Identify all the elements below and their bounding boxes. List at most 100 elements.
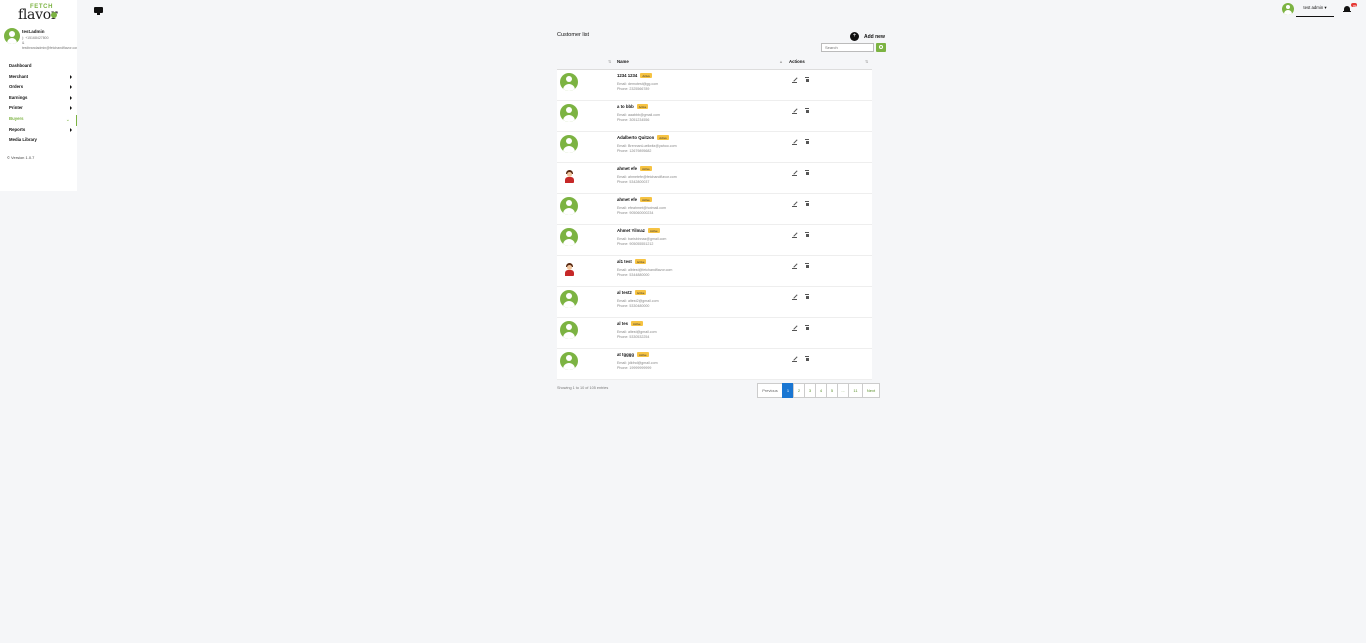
status-badge: Active (640, 166, 652, 172)
table-row: Ahmet Yilmaz Active Email: barisbinnaz@gma… (557, 225, 872, 256)
chevron-down-icon: ⌄ (65, 116, 70, 123)
customer-name-text: Ahmet Yilmaz (617, 228, 645, 233)
column-actions: Actions (789, 59, 805, 64)
sidebar: FETCH flavor test.admin (: +15168427800 … (0, 0, 77, 191)
sidebar-item-label: Printer (9, 105, 23, 111)
entries-info: Showing 1 to 10 of 105 entries (557, 386, 609, 390)
trash-icon[interactable] (805, 294, 809, 299)
edit-icon[interactable] (792, 263, 798, 269)
sidebar-item-merchant[interactable]: Merchant (0, 73, 77, 84)
edit-icon[interactable] (792, 325, 798, 331)
status-badge: Active (636, 352, 649, 358)
trash-icon[interactable] (805, 201, 809, 206)
table-header: ⇅ Name ▲ Actions ⇅ (557, 56, 872, 70)
version-label: © Version 1.0.7 (7, 155, 35, 160)
page-title: Customer list (557, 32, 590, 38)
edit-icon[interactable] (792, 108, 798, 114)
search-button[interactable] (876, 43, 886, 52)
trash-icon[interactable] (805, 170, 809, 175)
sidebar-item-label: Media Library (9, 137, 37, 143)
user-phone: (: +15168427800 (22, 36, 49, 40)
status-badge: Active (631, 321, 643, 327)
sidebar-item-media-library[interactable]: Media Library (0, 136, 77, 147)
user-menu-dropdown[interactable]: test admin ▾ (1296, 4, 1334, 17)
sidebar-item-orders[interactable]: Orders (0, 83, 77, 94)
sidebar-item-label: Buyers (9, 115, 24, 121)
customer-phone: Phone: 2325566789 (617, 87, 650, 91)
previous-page-button[interactable]: Previous (757, 383, 783, 398)
customer-name: a to bbb Active (617, 104, 649, 110)
user-email: testbrandadmin@fetchandflavor.com (22, 46, 77, 50)
customer-name: al tes Active (617, 321, 643, 327)
sort-asc-icon[interactable]: ▲ (779, 59, 783, 64)
top-avatar-icon[interactable] (1282, 3, 1294, 15)
sort-icon[interactable]: ⇅ (865, 59, 868, 64)
customer-name: al test2 Active (617, 290, 647, 296)
trash-icon[interactable] (805, 263, 809, 268)
customer-name-text: al1 test (617, 259, 632, 264)
status-badge: Active (636, 104, 649, 110)
sidebar-item-label: Merchant (9, 73, 29, 79)
monitor-icon[interactable] (94, 7, 103, 15)
table-row: at tgggg Active Email: jdkfnd@gmail.com Pho… (557, 349, 872, 380)
customer-name-text: at tgggg (617, 352, 634, 357)
customer-email: Email: albtest@fetchandflavor.com (617, 268, 673, 272)
edit-icon[interactable] (792, 201, 798, 207)
customer-name: ahmet efe Active (617, 197, 652, 203)
trash-icon[interactable] (805, 139, 809, 144)
user-separator: & (22, 41, 25, 45)
edit-icon[interactable] (792, 170, 798, 176)
customer-phone: Phone: 3051234556 (617, 118, 650, 122)
customer-phone: Phone: 5330532254 (617, 335, 650, 339)
edit-icon[interactable] (792, 232, 798, 238)
customer-phone: Phone: 905055551212 (617, 242, 654, 246)
next-page-button[interactable]: Next (862, 383, 880, 398)
customer-name-text: Adalberto Quitzon (617, 135, 655, 140)
sidebar-item-buyers[interactable]: Buyers ⌄ (0, 114, 77, 126)
customer-avatar-icon (560, 352, 578, 370)
trash-icon[interactable] (805, 77, 809, 82)
column-name[interactable]: Name (617, 59, 629, 64)
customer-avatar-icon (560, 290, 578, 308)
table-row: al tes Active Email: altest@gmail.com Phone… (557, 318, 872, 349)
table-row: Adalberto Quitzon Active Email: BrennanLue… (557, 132, 872, 163)
edit-icon[interactable] (792, 139, 798, 145)
edit-icon[interactable] (792, 356, 798, 362)
sidebar-nav: Dashboard Merchant Orders Earnings Print… (0, 62, 77, 147)
sort-icon[interactable]: ⇅ (608, 59, 611, 64)
bell-icon[interactable]: 99 (1343, 3, 1357, 13)
customer-table: ⇅ Name ▲ Actions ⇅ 1234 1234 Active Email:… (557, 56, 872, 380)
trash-icon[interactable] (805, 108, 809, 113)
customer-name-text: ahmet efe (617, 197, 638, 202)
sidebar-item-dashboard[interactable]: Dashboard (0, 62, 77, 73)
edit-icon[interactable] (792, 294, 798, 300)
caret-right-icon (70, 85, 72, 90)
status-badge: Active (640, 197, 652, 203)
status-badge: Active (634, 259, 647, 265)
page-button[interactable]: 11 (848, 383, 863, 398)
trash-icon[interactable] (805, 325, 809, 330)
trash-icon[interactable] (805, 232, 809, 237)
sidebar-item-printer[interactable]: Printer (0, 104, 77, 115)
trash-icon[interactable] (805, 356, 809, 361)
table-row: al1 test Active Email: albtest@fetchandfla… (557, 256, 872, 287)
customer-name: 1234 1234 Active (617, 73, 652, 79)
caret-right-icon (70, 106, 72, 111)
customer-name: at tgggg Active (617, 352, 649, 358)
customer-avatar-icon (560, 104, 578, 122)
customer-phone: Phone: 5330480000 (617, 304, 650, 308)
sidebar-item-label: Dashboard (9, 63, 32, 68)
pagination: Previous 1 2 3 4 5... 11 Next (757, 383, 880, 398)
sidebar-item-reports[interactable]: Reports (0, 126, 77, 137)
search-input[interactable] (821, 43, 874, 52)
customer-email: Email: jdkfnd@gmail.com (617, 361, 658, 365)
customer-email: Email: aaabbb@gmail.com (617, 113, 660, 117)
edit-icon[interactable] (792, 77, 798, 83)
customer-name: ahmet efe Active (617, 166, 652, 172)
add-new-label: Add new (864, 34, 885, 40)
caret-right-icon (70, 95, 72, 100)
brand-logo[interactable]: FETCH flavor (18, 4, 60, 23)
sidebar-item-earnings[interactable]: Earnings (0, 94, 77, 105)
customer-photo (560, 166, 578, 184)
customer-email: Email: efeahmet@hotmail.com (617, 206, 666, 210)
